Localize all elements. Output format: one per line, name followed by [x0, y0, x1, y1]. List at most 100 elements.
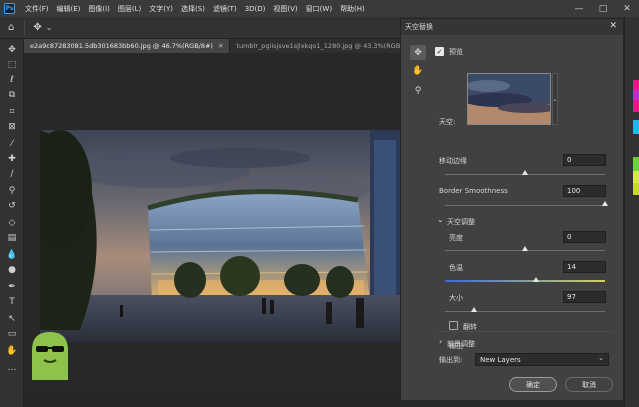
tools-panel: ✥ ⬚ ℓ ⧉ ⌗ ⊠ ⁄ ✚ ∕ ⚲ ↺ ◇ ▤ 💧 ● ✒ T ↖ ▭ ✋ … — [0, 39, 24, 407]
mascot-sticker — [26, 328, 74, 380]
menu-type[interactable]: 文字(Y) — [145, 4, 177, 14]
shift-edge-slider-thumb[interactable] — [522, 170, 528, 175]
fade-edge-input[interactable]: 100 — [563, 185, 606, 197]
flip-checkbox[interactable] — [449, 321, 458, 330]
window-controls: — □ ✕ — [567, 0, 639, 17]
chevron-down-icon[interactable]: ⌄ — [437, 215, 444, 224]
menu-image[interactable]: 图像(I) — [84, 4, 114, 14]
dodge-tool-icon[interactable]: ● — [4, 263, 20, 276]
sky-dropdown-icon[interactable]: ⌄ — [552, 73, 558, 125]
more-tools-icon[interactable]: … — [4, 361, 20, 374]
cancel-button[interactable]: 取消 — [565, 377, 613, 392]
lasso-tool-icon[interactable]: ℓ — [4, 73, 20, 86]
tool-preset-dropdown-icon[interactable]: ⌄ — [46, 23, 53, 32]
dialog-titlebar[interactable]: 天空替换 ✕ — [401, 19, 623, 35]
zoom-icon[interactable]: ⚲ — [410, 83, 426, 98]
yellow-swatch[interactable] — [633, 171, 639, 183]
scale-input[interactable]: 97 — [563, 291, 606, 303]
brightness-slider-thumb[interactable] — [522, 246, 528, 251]
purple-swatch[interactable] — [633, 90, 639, 100]
temperature-slider[interactable] — [445, 277, 605, 282]
document-image[interactable] — [40, 130, 400, 342]
crop-tool-icon[interactable]: ⌗ — [4, 105, 20, 118]
brightness-input[interactable]: 0 — [563, 231, 606, 243]
move-icon[interactable]: ✥ — [33, 22, 41, 33]
menu-select[interactable]: 选择(S) — [177, 4, 209, 14]
ok-button[interactable]: 确定 — [509, 377, 557, 392]
maximize-button[interactable]: □ — [591, 0, 615, 17]
shift-edge-slider[interactable] — [445, 170, 605, 175]
tab-label: tumblr_pgiisjsve1sjlxkqo1_1280.jpg @ 43.… — [236, 42, 415, 50]
lime-swatch[interactable] — [633, 183, 639, 195]
cyan-swatch[interactable] — [633, 120, 639, 134]
blur-tool-icon[interactable]: 💧 — [4, 248, 20, 261]
scale-slider[interactable] — [445, 307, 605, 312]
brightness-slider[interactable] — [445, 246, 605, 251]
temperature-label: 色温 — [449, 264, 463, 272]
home-icon[interactable]: ⌂ — [8, 22, 14, 33]
menu-help[interactable]: 帮助(H) — [336, 4, 369, 14]
brightness-label: 亮度 — [449, 234, 463, 242]
menu-file[interactable]: 文件(F) — [21, 4, 53, 14]
document-tabs: e2a9c87283081.5db301683bb60.jpg @ 46.7%(… — [24, 39, 433, 53]
output-to-select[interactable]: New Layers ⌄ — [475, 353, 609, 366]
magenta-swatch[interactable] — [633, 80, 639, 90]
menu-layer[interactable]: 图层(L) — [114, 4, 145, 14]
right-panels-edge — [624, 17, 639, 407]
move-tool-icon[interactable]: ✥ — [4, 43, 20, 56]
menu-bar: Ps 文件(F) 编辑(E) 图像(I) 图层(L) 文字(Y) 选择(S) 滤… — [0, 0, 639, 17]
shift-edge-label: 移动边缘 — [439, 157, 467, 165]
pen-tool-icon[interactable]: ✒ — [4, 280, 20, 293]
sky-label: 天空: — [439, 118, 456, 126]
output-divider — [437, 331, 613, 332]
mascot-icon — [32, 332, 68, 380]
hand-tool-icon[interactable]: ✋ — [4, 344, 20, 357]
options-separator — [24, 20, 26, 35]
shift-edge-input[interactable]: 0 — [563, 154, 606, 166]
sky-preset-thumbnail[interactable] — [467, 73, 551, 125]
close-icon[interactable]: ✕ — [609, 21, 617, 31]
rectangle-tool-icon[interactable]: ▭ — [4, 327, 20, 340]
close-icon[interactable]: ✕ — [218, 42, 223, 50]
sky-adjustments-label[interactable]: 天空调整 — [447, 217, 475, 227]
scale-slider-thumb[interactable] — [470, 307, 477, 312]
temperature-input[interactable]: 14 — [563, 261, 606, 273]
object-select-tool-icon[interactable]: ⧉ — [4, 88, 20, 101]
brush-tool-icon[interactable]: ∕ — [4, 167, 20, 180]
eyedropper-tool-icon[interactable]: ⁄ — [4, 137, 20, 150]
fade-edge-slider[interactable] — [445, 201, 608, 206]
photoshop-logo: Ps — [4, 3, 15, 14]
menu-filter[interactable]: 滤镜(T) — [209, 4, 241, 14]
menu-3d[interactable]: 3D(D) — [241, 5, 270, 13]
frame-tool-icon[interactable]: ⊠ — [4, 120, 20, 133]
stamp-tool-icon[interactable]: ⚲ — [4, 184, 20, 197]
output-heading: 输出 — [449, 342, 463, 350]
type-tool-icon[interactable]: T — [4, 295, 20, 308]
green-swatch[interactable] — [633, 157, 639, 171]
sky-thumbnail-image — [468, 74, 550, 124]
eraser-tool-icon[interactable]: ◇ — [4, 216, 20, 229]
menu-view[interactable]: 视图(V) — [269, 4, 301, 14]
move-sky-icon[interactable]: ✥ — [410, 45, 426, 60]
pink-swatch[interactable] — [633, 100, 639, 112]
tab-label: e2a9c87283081.5db301683bb60.jpg @ 46.7%(… — [30, 42, 213, 50]
status-bar — [24, 392, 400, 407]
history-brush-tool-icon[interactable]: ↺ — [4, 199, 20, 212]
close-window-button[interactable]: ✕ — [615, 0, 639, 17]
gradient-tool-icon[interactable]: ▤ — [4, 231, 20, 244]
hand-icon[interactable]: ✋ — [410, 63, 426, 78]
temperature-slider-thumb[interactable] — [533, 277, 540, 282]
healing-tool-icon[interactable]: ✚ — [4, 152, 20, 165]
marquee-tool-icon[interactable]: ⬚ — [4, 58, 20, 71]
minimize-button[interactable]: — — [567, 0, 591, 17]
dialog-tools: ✥ ✋ ⚲ — [410, 45, 426, 125]
photoshop-window: Ps 文件(F) 编辑(E) 图像(I) 图层(L) 文字(Y) 选择(S) 滤… — [0, 0, 639, 407]
menu-window[interactable]: 窗口(W) — [302, 4, 336, 14]
building-photo — [40, 130, 400, 342]
tab-document-1[interactable]: e2a9c87283081.5db301683bb60.jpg @ 46.7%(… — [24, 39, 231, 53]
fade-edge-slider-thumb[interactable] — [602, 201, 608, 206]
path-select-tool-icon[interactable]: ↖ — [4, 312, 20, 325]
preview-checkbox[interactable]: ✓ — [435, 47, 444, 56]
sky-replacement-dialog: 天空替换 ✕ ✥ ✋ ⚲ ✓ 预览 天空: ⌄ 移动边缘 0 Border Sm… — [400, 18, 624, 401]
menu-edit[interactable]: 编辑(E) — [53, 4, 85, 14]
